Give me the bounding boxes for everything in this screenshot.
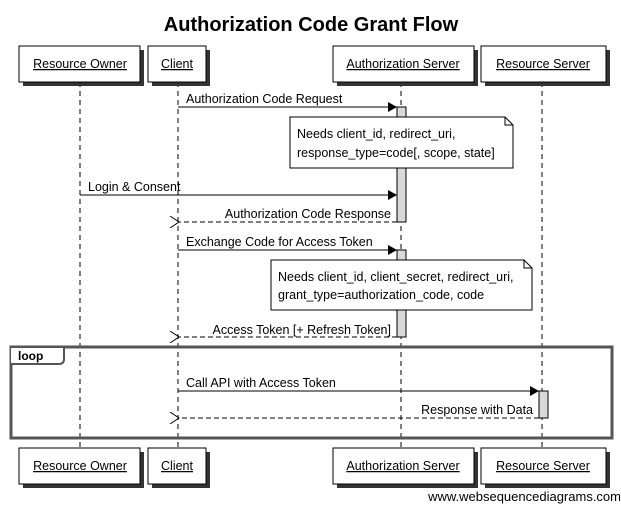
message-exchange-code: Exchange Code for Access Token	[178, 235, 397, 255]
note-line: response_type=code[, scope, state]	[297, 146, 495, 160]
participant-authorization-server-bottom: Authorization Server	[332, 447, 478, 488]
message-access-token: Access Token [+ Refresh Token]	[179, 323, 397, 337]
participant-resource-owner-top: Resource Owner	[18, 45, 144, 86]
message-label: Response with Data	[421, 403, 533, 417]
message-auth-code-response: Authorization Code Response	[179, 207, 397, 222]
activation-bar	[538, 390, 549, 419]
participant-label: Authorization Server	[346, 57, 459, 71]
participant-label: Authorization Server	[346, 459, 459, 473]
note: Needs client_id, client_secret, redirect…	[270, 259, 533, 311]
participant-resource-server-bottom: Resource Server	[480, 447, 610, 488]
message-label: Call API with Access Token	[186, 376, 336, 390]
loop-frame: loop	[9, 345, 614, 440]
credit-link[interactable]: www.websequencediagrams.com	[427, 489, 621, 504]
participant-client-bottom: Client	[147, 447, 210, 488]
message-label: Authorization Code Response	[225, 207, 391, 221]
loop-frame-label: loop	[18, 349, 43, 363]
participant-label: Resource Owner	[33, 459, 127, 473]
participant-client-top: Client	[147, 45, 210, 86]
note-line: Needs client_id, redirect_uri,	[297, 127, 455, 141]
participant-label: Resource Server	[496, 459, 590, 473]
message-label: Exchange Code for Access Token	[186, 235, 373, 249]
participant-resource-owner-bottom: Resource Owner	[18, 447, 144, 488]
message-label: Login & Consent	[88, 180, 181, 194]
message-response-data: Response with Data	[179, 403, 539, 418]
participant-label: Resource Owner	[33, 57, 127, 71]
diagram-title: Authorization Code Grant Flow	[164, 14, 459, 36]
message-login-consent: Login & Consent	[80, 180, 397, 200]
participant-authorization-server-top: Authorization Server	[332, 45, 478, 86]
participant-label: Client	[161, 459, 193, 473]
participant-label: Client	[161, 57, 193, 71]
message-call-api: Call API with Access Token	[178, 376, 539, 396]
sequence-diagram: Authorization Code Grant Flow loop Autho…	[9, 14, 621, 504]
note-line: Needs client_id, client_secret, redirect…	[278, 270, 514, 284]
participant-label: Resource Server	[496, 57, 590, 71]
message-label: Access Token [+ Refresh Token]	[213, 323, 391, 337]
message-label: Authorization Code Request	[186, 92, 343, 106]
participant-resource-server-top: Resource Server	[480, 45, 610, 86]
note: Needs client_id, redirect_uri, response_…	[289, 116, 514, 169]
note-line: grant_type=authorization_code, code	[278, 288, 484, 302]
message-auth-code-request: Authorization Code Request	[178, 92, 397, 112]
